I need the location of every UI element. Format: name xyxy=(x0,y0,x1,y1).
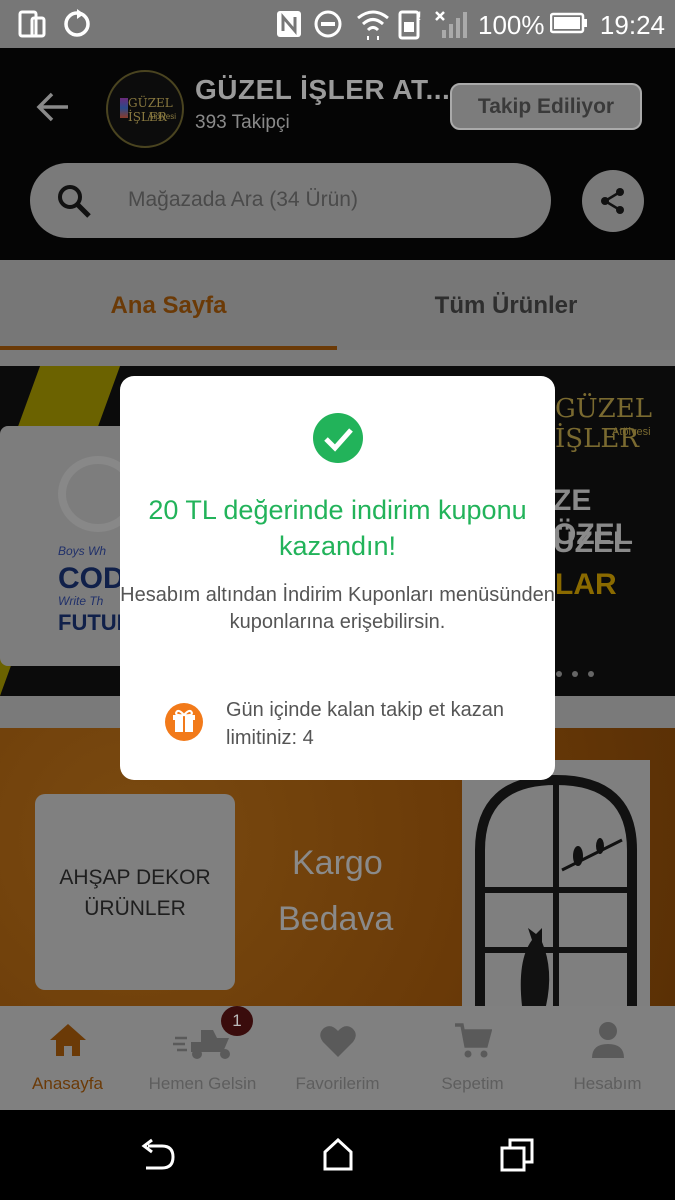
wifi-icon xyxy=(357,10,389,40)
nav-label: Anasayfa xyxy=(32,1074,103,1093)
notification-badge: 1 xyxy=(221,1006,253,1036)
store-tabs: Ana Sayfa Tüm Ürünler xyxy=(0,260,675,350)
battery-icon xyxy=(550,12,587,34)
cart-icon xyxy=(455,1023,492,1058)
heart-icon xyxy=(320,1026,356,1057)
follow-limit-text: Gün içinde kalan takip et kazan limitini… xyxy=(226,699,504,749)
category-box[interactable]: AHŞAP DEKOR ÜRÜNLER xyxy=(35,794,235,990)
store-name: GÜZEL İŞLER AT... xyxy=(195,74,451,105)
recents-icon[interactable] xyxy=(500,1138,534,1172)
nav-hesabim[interactable]: Hesabım xyxy=(540,1006,675,1110)
nav-label: Favorilerim xyxy=(295,1074,380,1093)
banner-line: ÜZEL xyxy=(553,526,632,559)
person-icon xyxy=(592,1022,624,1058)
promo-line: Kargo xyxy=(292,844,383,882)
logo-mark xyxy=(120,98,128,118)
banner-line: LAR xyxy=(555,568,617,601)
nav-label: Sepetim xyxy=(441,1074,504,1093)
home-button-icon[interactable] xyxy=(322,1138,354,1172)
promo-line: Bedava xyxy=(278,900,394,938)
signal-icon xyxy=(435,11,467,38)
mug-line: Boys Wh xyxy=(58,544,107,558)
back-icon[interactable] xyxy=(140,1138,176,1172)
sync-icon xyxy=(64,9,90,37)
coupon-dialog: 20 TL değerinde indirim kuponu kazandın!… xyxy=(120,376,555,780)
store-search-input[interactable]: Mağazada Ara (34 Ürün) xyxy=(30,163,551,238)
tab-ana-sayfa[interactable]: Ana Sayfa xyxy=(0,292,337,320)
category-line: ÜRÜNLER xyxy=(84,897,186,920)
share-icon xyxy=(601,188,624,214)
store-logo[interactable]: GÜZEL İŞLER Atölyesi xyxy=(106,70,184,148)
category-line: AHŞAP DEKOR xyxy=(59,866,211,889)
divider xyxy=(0,350,675,366)
store-header: GÜZEL İŞLER Atölyesi GÜZEL İŞLER AT... 3… xyxy=(0,48,675,260)
nav-favorilerim[interactable]: Favorilerim xyxy=(270,1006,405,1110)
system-navigation-bar xyxy=(0,1110,675,1200)
follow-button[interactable]: Takip Ediliyor xyxy=(450,83,642,130)
search-icon xyxy=(58,185,91,218)
check-circle-icon xyxy=(313,413,363,463)
status-bar: ! 100% 19:24 xyxy=(0,0,675,48)
nav-hemen-gelsin[interactable]: 1 Hemen Gelsin xyxy=(135,1006,270,1110)
home-icon xyxy=(50,1024,86,1056)
battery-percent: 100% xyxy=(478,10,545,40)
mug-line: Write Th xyxy=(58,594,104,608)
window-silhouette-icon xyxy=(475,774,637,1006)
carousel-dots[interactable] xyxy=(556,664,594,682)
nav-anasayfa[interactable]: Anasayfa xyxy=(0,1006,135,1110)
share-button[interactable] xyxy=(582,170,644,232)
follower-count: 393 Takipçi xyxy=(195,112,290,133)
mug-image: Boys Wh CODE Write Th FUTUR xyxy=(0,426,145,666)
dialog-message: Hesabım altından İndirim Kuponları menüs… xyxy=(120,584,555,633)
logo-subtext: Atölyesi xyxy=(148,112,177,121)
nav-label: Hesabım xyxy=(573,1074,642,1093)
nav-sepetim[interactable]: Sepetim xyxy=(405,1006,540,1110)
tab-tum-urunler[interactable]: Tüm Ürünler xyxy=(337,292,675,320)
back-arrow-icon[interactable] xyxy=(36,90,70,124)
search-placeholder: Mağazada Ara (34 Ürün) xyxy=(128,188,358,211)
banner-brand-sub: Atölyesi xyxy=(612,426,651,438)
banner-brand: GÜZEL İŞLER xyxy=(555,394,652,454)
clock: 19:24 xyxy=(599,10,665,40)
device-icon xyxy=(18,10,46,38)
bottom-navigation: Anasayfa 1 Hemen Gelsin Favorilerim Sepe… xyxy=(0,1006,675,1110)
dialog-title: 20 TL değerinde indirim kuponu kazandın! xyxy=(148,495,527,561)
gift-icon xyxy=(165,703,203,741)
window-decor-image xyxy=(462,760,650,1006)
nav-label: Hemen Gelsin xyxy=(148,1074,257,1093)
do-not-disturb-icon xyxy=(314,10,342,38)
nfc-icon xyxy=(277,11,301,37)
sim-icon: ! xyxy=(398,9,421,40)
svg-text:!: ! xyxy=(418,9,421,23)
